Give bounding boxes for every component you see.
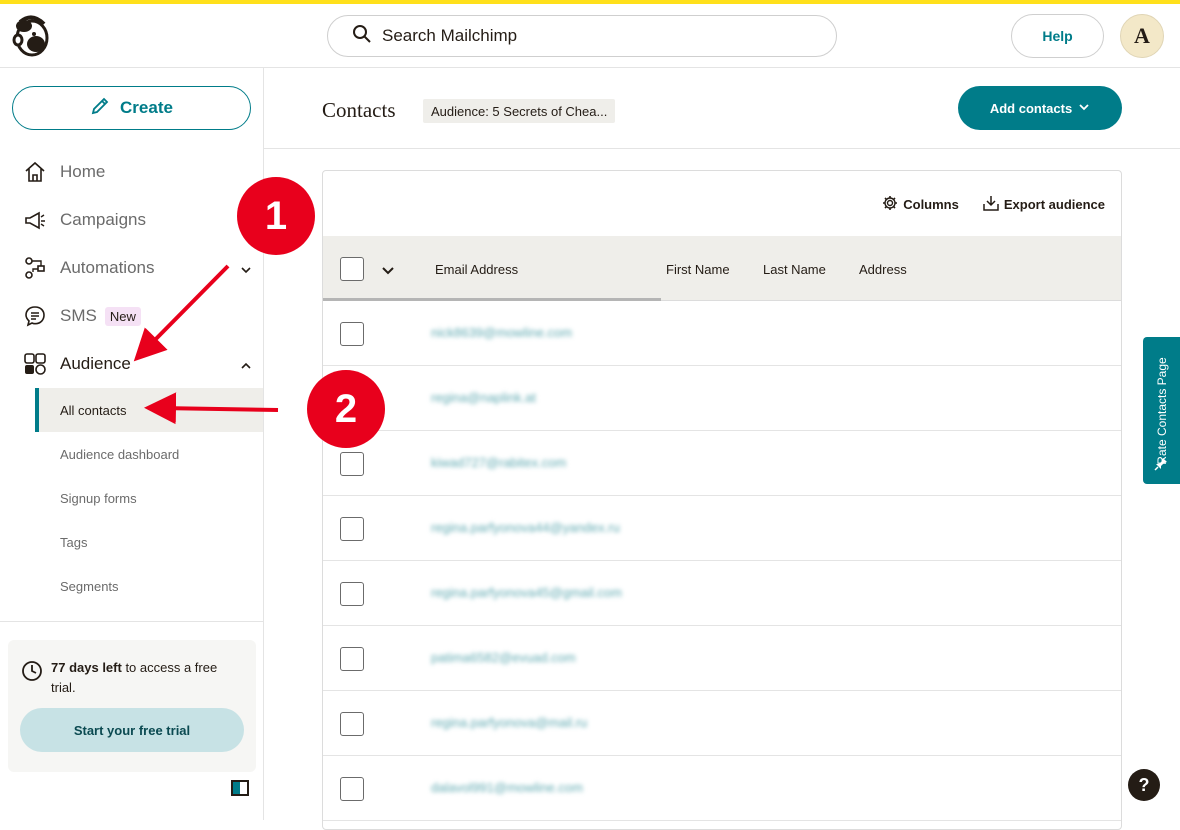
clock-icon [21,660,43,687]
row-checkbox[interactable] [340,647,364,671]
email-cell[interactable]: dalavol991@mowline.com [431,780,583,795]
rate-tab-label: Rate Contacts Page [1154,356,1169,465]
new-badge: New [104,306,141,326]
table-row[interactable]: nick8639@mowline.com [323,301,1121,366]
add-contacts-button[interactable]: Add contacts [958,86,1122,130]
sidebar-item-label: Automations [60,258,155,277]
email-cell[interactable]: regina.parfyonova44@yandex.ru [431,520,620,535]
sidebar-item-label: Home [60,162,106,181]
top-bar: Search Mailchimp Help A [0,4,1180,68]
help-button[interactable]: Help [1011,14,1104,58]
table-row[interactable]: dalavol991@mowline.com [323,756,1121,821]
sidebar-item-label: Audience [60,354,131,373]
audience-badge[interactable]: Audience: 5 Secrets of Chea... [423,99,616,123]
sidebar-subitem-all-contacts[interactable]: All contacts [35,388,263,432]
table-toolbar: Columns Export audience [882,195,1105,214]
sms-icon [22,303,48,329]
create-label: Create [120,98,173,117]
column-header-last-name[interactable]: Last Name [763,262,826,277]
trial-notice: 77 days left to access a free trial. Sta… [8,640,256,772]
contacts-table-card: Columns Export audience Email Address Fi… [322,170,1122,830]
sidebar-item-automations[interactable]: Automations [22,253,252,283]
email-cell[interactable]: nick8639@mowline.com [431,325,572,340]
sidebar-divider [0,621,263,622]
table-row[interactable]: patima6582@evuad.com [323,626,1121,691]
email-cell[interactable]: regina.parfyonova45@gmail.com [431,585,622,600]
collapse-sidebar-icon[interactable] [231,780,249,796]
rate-page-tab[interactable]: Rate Contacts Page [1143,337,1180,484]
gear-icon [882,195,898,214]
sidebar: Create Home Campaigns Automations SMS Ne… [0,68,264,820]
table-row[interactable]: regina.parfyonova44@yandex.ru [323,496,1121,561]
page-title: Contacts [322,98,396,122]
mailchimp-logo-icon[interactable] [12,14,52,58]
export-audience-button[interactable]: Export audience [983,195,1105,214]
column-header-email[interactable]: Email Address [435,262,518,277]
add-contacts-label: Add contacts [989,100,1073,116]
search-icon [352,24,372,49]
row-checkbox[interactable] [340,452,364,476]
select-all-checkbox[interactable] [340,257,364,281]
row-checkbox[interactable] [340,712,364,736]
table-row[interactable]: regina@naplink.at [323,366,1121,431]
table-header: Email Address First Name Last Name Addre… [323,236,1121,301]
row-checkbox[interactable] [340,777,364,801]
sidebar-item-audience[interactable]: Audience [22,349,252,379]
table-row[interactable]: regina.parfyonova45@gmail.com [323,561,1121,626]
row-checkbox[interactable] [340,322,364,346]
export-label: Export audience [1003,197,1105,212]
sidebar-item-campaigns[interactable]: Campaigns [22,205,252,235]
columns-label: Columns [903,197,959,212]
chevron-down-icon[interactable] [381,264,395,283]
chevron-down-icon [1078,101,1090,116]
search-placeholder: Search Mailchimp [382,26,518,45]
chevron-up-icon [240,357,252,377]
row-checkbox[interactable] [340,517,364,541]
sidebar-subitem-segments[interactable]: Segments [35,564,263,608]
annotation-marker-2: 2 [307,370,385,448]
column-header-address[interactable]: Address [859,262,907,277]
row-checkbox[interactable] [340,582,364,606]
trial-days: 77 days left [51,660,122,675]
create-button[interactable]: Create [12,86,251,130]
sidebar-item-sms[interactable]: SMS New [22,301,252,331]
email-cell[interactable]: regina.parfyonova@mail.ru [431,715,587,730]
chevron-down-icon [240,261,252,281]
sidebar-subitem-audience-dashboard[interactable]: Audience dashboard [35,432,263,476]
column-header-first-name[interactable]: First Name [666,262,730,277]
search-input[interactable]: Search Mailchimp [327,15,837,57]
trial-text: 77 days left to access a free trial. [51,658,241,698]
sidebar-item-label: Campaigns [60,210,146,229]
columns-button[interactable]: Columns [882,195,959,214]
start-trial-button[interactable]: Start your free trial [20,708,244,752]
email-cell[interactable]: kiwad727@rabitex.com [431,455,566,470]
table-row[interactable]: regina.parfyonova@mail.ru [323,691,1121,756]
audience-icon [22,351,48,377]
automation-icon [22,255,48,281]
megaphone-icon [22,207,48,233]
header-divider [264,148,1180,149]
download-icon [983,195,999,214]
avatar[interactable]: A [1120,14,1164,58]
pencil-icon [90,96,110,121]
sidebar-item-label: SMS [60,306,97,325]
help-fab-button[interactable]: ? [1128,769,1160,801]
home-icon [22,159,48,185]
email-cell[interactable]: regina@naplink.at [431,390,536,405]
sidebar-item-home[interactable]: Home [22,157,252,187]
sidebar-subitem-tags[interactable]: Tags [35,520,263,564]
sidebar-subitem-signup-forms[interactable]: Signup forms [35,476,263,520]
pin-icon [1154,457,1168,476]
table-row[interactable]: kiwad727@rabitex.com [323,431,1121,496]
annotation-marker-1: 1 [237,177,315,255]
email-cell[interactable]: patima6582@evuad.com [431,650,576,665]
